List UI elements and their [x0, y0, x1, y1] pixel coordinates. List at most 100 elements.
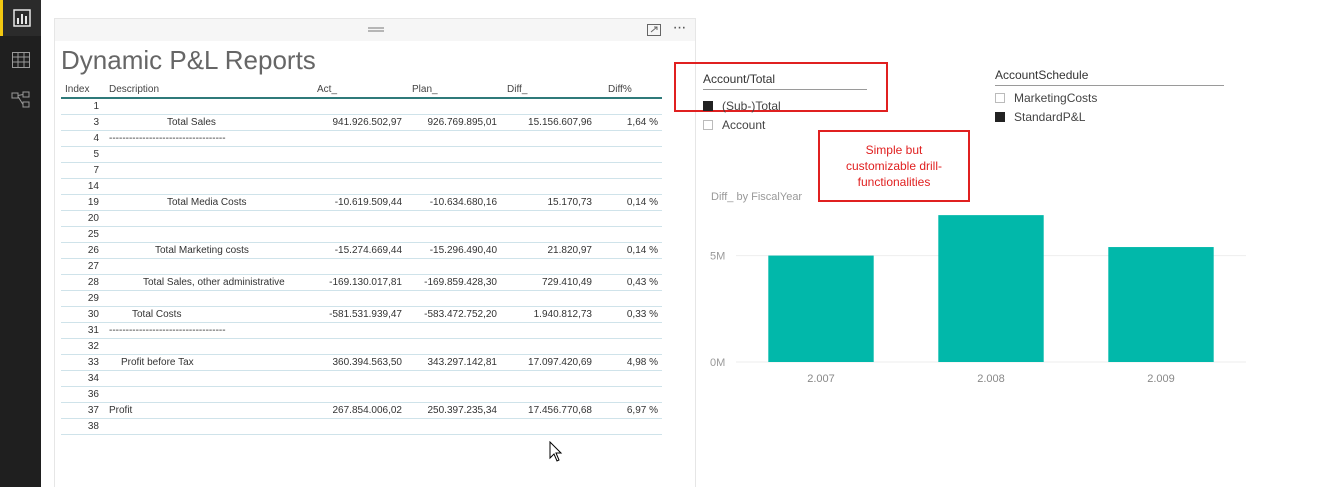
act-cell: -169.130.017,81 [309, 274, 404, 291]
column-header-description[interactable]: Description [109, 81, 309, 99]
diff-pct-cell [594, 290, 662, 307]
slicer-item-standardpl[interactable]: StandardP&L [995, 107, 1224, 126]
plan-cell [404, 322, 499, 339]
description-cell [109, 338, 309, 355]
diff-pct-cell [594, 258, 662, 275]
relationships-view-button[interactable] [0, 82, 41, 118]
diff-pct-cell: 1,64 % [594, 114, 662, 131]
slicer-item-marketingcosts[interactable]: MarketingCosts [995, 88, 1224, 107]
plan-cell [404, 418, 499, 435]
x-tick-label: 2.007 [807, 373, 835, 385]
slicer-title: Account/Total [703, 72, 867, 90]
checkbox-checked[interactable] [703, 100, 713, 111]
more-options-icon[interactable]: ··· [670, 20, 688, 37]
act-cell [309, 162, 404, 179]
annotation-callout: Simple but customizable drill-functional… [818, 130, 970, 202]
plan-cell [404, 178, 499, 195]
act-cell [309, 370, 404, 387]
table-row[interactable]: 30 Total Costs -581.531.939,47 -583.472.752… [61, 306, 662, 323]
table-row[interactable]: 38 [61, 418, 662, 435]
plan-cell: -10.634.680,16 [404, 194, 499, 211]
index-cell: 32 [61, 338, 109, 355]
diff-cell: 15.156.607,96 [499, 114, 594, 131]
table-row[interactable]: 37 Profit 267.854.006,02 250.397.235,34 17.4… [61, 402, 662, 419]
plan-cell: 343.297.142,81 [404, 354, 499, 371]
table-body: 1 3 Total Sales 941.926.502,97 926.769.895,0… [61, 98, 662, 435]
diff-pct-cell [594, 178, 662, 195]
diff-cell [499, 322, 594, 339]
description-cell: Total Sales [109, 114, 309, 131]
chart-title: Diff_ by FiscalYear [711, 191, 803, 203]
act-cell: 267.854.006,02 [309, 402, 404, 419]
diff-by-fiscalyear-chart[interactable]: 0M 5M 2.007 2.008 2.009 [700, 205, 1260, 395]
table-row[interactable]: 1 [61, 98, 662, 115]
bar-2.007[interactable] [768, 255, 874, 362]
description-cell [109, 370, 309, 387]
checkbox-unchecked[interactable] [703, 119, 713, 130]
table-row[interactable]: 20 [61, 210, 662, 227]
plan-cell [404, 162, 499, 179]
table-row[interactable]: 36 [61, 386, 662, 403]
description-cell [109, 226, 309, 243]
index-cell: 28 [61, 274, 109, 291]
act-cell [309, 146, 404, 163]
plan-cell [404, 98, 499, 115]
table-row[interactable]: 3 Total Sales 941.926.502,97 926.769.895,01… [61, 114, 662, 131]
data-view-button[interactable] [0, 42, 41, 78]
slicer-item-subtotal[interactable]: (Sub-)Total [703, 96, 867, 115]
index-cell: 29 [61, 290, 109, 307]
table-row[interactable]: 28 Total Sales, other administrative -169.… [61, 274, 662, 291]
table-row[interactable]: 4 ----------------------------------- [61, 130, 662, 147]
index-cell: 26 [61, 242, 109, 259]
table-row[interactable]: 7 [61, 162, 662, 179]
table-row[interactable]: 34 [61, 370, 662, 387]
index-cell: 38 [61, 418, 109, 435]
view-rail [0, 0, 41, 487]
report-icon [13, 9, 31, 27]
table-row[interactable]: 33 Profit before Tax 360.394.563,50 343.297… [61, 354, 662, 371]
column-header-index[interactable]: Index [61, 81, 109, 99]
report-view-button[interactable] [0, 0, 41, 36]
plan-cell [404, 210, 499, 227]
focus-mode-icon[interactable] [647, 24, 661, 36]
diff-pct-cell [594, 98, 662, 115]
plan-cell: 250.397.235,34 [404, 402, 499, 419]
description-cell [109, 418, 309, 435]
table-row[interactable]: 32 [61, 338, 662, 355]
bar-2.008[interactable] [938, 215, 1044, 362]
checkbox-unchecked[interactable] [995, 92, 1005, 103]
diff-pct-cell: 4,98 % [594, 354, 662, 371]
description-cell: Total Costs [109, 306, 309, 323]
plan-cell: -169.859.428,30 [404, 274, 499, 291]
table-header-row: Index Description Act_ Plan_ Diff_ Diff% [61, 81, 662, 99]
table-row[interactable]: 27 [61, 258, 662, 275]
diff-cell [499, 98, 594, 115]
diff-cell [499, 130, 594, 147]
diff-pct-cell: 0,43 % [594, 274, 662, 291]
plan-cell [404, 146, 499, 163]
plan-cell [404, 386, 499, 403]
table-row[interactable]: 31 ----------------------------------- [61, 322, 662, 339]
drag-handle-icon[interactable] [368, 27, 384, 33]
act-cell [309, 338, 404, 355]
table-row[interactable]: 5 [61, 146, 662, 163]
table-row[interactable]: 19 Total Media Costs -10.619.509,44 -10.634… [61, 194, 662, 211]
table-row[interactable]: 29 [61, 290, 662, 307]
mouse-cursor-icon [549, 441, 563, 462]
bar-2.009[interactable] [1108, 247, 1214, 362]
checkbox-checked[interactable] [995, 111, 1005, 122]
index-cell: 27 [61, 258, 109, 275]
description-cell: Total Media Costs [109, 194, 309, 211]
column-header-diff-pct[interactable]: Diff% [594, 81, 662, 99]
diff-cell [499, 162, 594, 179]
diff-pct-cell [594, 130, 662, 147]
y-tick-label: 5M [710, 251, 725, 263]
column-header-diff[interactable]: Diff_ [499, 81, 594, 99]
pl-report-visual[interactable]: ··· Dynamic P&L Reports Index Descriptio… [54, 18, 696, 487]
visual-header: ··· [55, 19, 695, 41]
table-row[interactable]: 26 Total Marketing costs -15.274.669,44 -15… [61, 242, 662, 259]
table-row[interactable]: 25 [61, 226, 662, 243]
table-row[interactable]: 14 [61, 178, 662, 195]
column-header-act[interactable]: Act_ [309, 81, 404, 99]
column-header-plan[interactable]: Plan_ [404, 81, 499, 99]
